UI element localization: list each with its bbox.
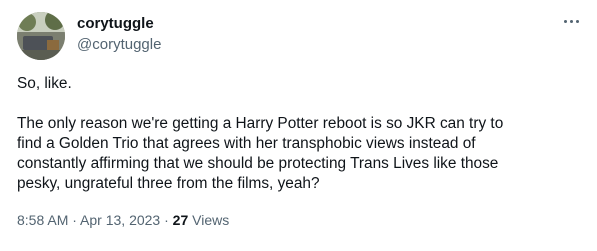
tweet-paragraph: So, like. <box>17 75 72 92</box>
tweet-card: corytuggle @corytuggle So, like. The onl… <box>0 0 597 251</box>
tweet-date: Apr 13, 2023 <box>80 212 161 228</box>
more-dot <box>569 19 573 23</box>
separator: · <box>68 212 81 228</box>
more-options-button[interactable] <box>559 12 583 30</box>
views-label: Views <box>188 212 230 228</box>
tweet-line: find a Golden Trio that agrees with her … <box>17 135 476 152</box>
more-horizontal-icon <box>563 19 567 23</box>
separator: · <box>160 212 173 228</box>
avatar[interactable] <box>17 12 65 60</box>
tweet-line: The only reason we're getting a Harry Po… <box>17 115 504 132</box>
tweet-time: 8:58 AM <box>17 212 69 228</box>
tweet-timestamp[interactable]: 8:58 AM · Apr 13, 2023 <box>17 212 160 228</box>
tweet-line: constantly affirming that we should be p… <box>17 155 499 172</box>
tweet-line: pesky, ungrateful three from the films, … <box>17 175 320 192</box>
views-count[interactable]: 27 <box>173 212 189 228</box>
display-name[interactable]: corytuggle <box>77 15 154 33</box>
profile-photo-icon <box>17 12 65 60</box>
more-dot <box>575 19 579 23</box>
user-handle[interactable]: @corytuggle <box>77 36 161 54</box>
tweet-text: So, like. The only reason we're getting … <box>17 74 582 194</box>
tweet-meta: 8:58 AM · Apr 13, 2023 · 27 Views <box>17 211 229 229</box>
